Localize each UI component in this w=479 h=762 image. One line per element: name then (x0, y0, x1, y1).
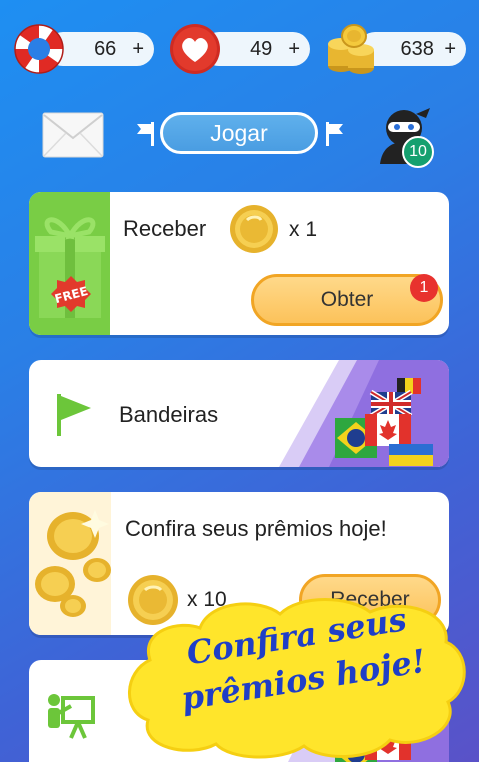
coins-counter: 638 + (324, 24, 466, 74)
coin-icon (230, 205, 278, 253)
green-flag-icon (57, 394, 91, 436)
gift-title: Receber (123, 216, 207, 241)
play-area: Jogar (134, 112, 346, 156)
white-flag-left-icon (137, 122, 154, 146)
obtain-notification-badge: 1 (410, 274, 438, 302)
flags-title: Bandeiras (119, 402, 219, 427)
world-flags-art (279, 360, 449, 467)
falling-coins-art (35, 510, 111, 617)
add-hearts-button[interactable]: + (286, 38, 302, 61)
flags-card[interactable]: Bandeiras (29, 360, 449, 467)
hearts-counter: 49 + (168, 24, 310, 74)
presentation-easel-icon (48, 694, 95, 739)
hearts-value: 49 (250, 37, 273, 60)
lives-value: 66 (94, 37, 117, 60)
lives-counter: 66 + (12, 24, 154, 74)
gift-panel: FREE (29, 192, 110, 335)
heart-icon (170, 24, 220, 74)
lifebuoy-icon (14, 24, 64, 74)
free-gift-card: FREE Receber x 1 Obter (29, 192, 449, 335)
profile-level-badge: 10 (402, 136, 434, 168)
white-flag-right-icon (326, 122, 343, 146)
prize-panel (29, 492, 111, 635)
add-lives-button[interactable]: + (130, 38, 146, 61)
play-button[interactable]: Jogar (160, 112, 318, 154)
add-coins-button[interactable]: + (442, 38, 458, 61)
gift-free-icon: FREE (35, 217, 105, 318)
coins-value: 638 (400, 37, 434, 60)
coin-stack-icon (328, 24, 374, 74)
envelope-icon[interactable] (42, 112, 104, 158)
prizes-title: Confira seus prêmios hoje! (125, 516, 387, 541)
gift-quantity: x 1 (289, 218, 318, 241)
